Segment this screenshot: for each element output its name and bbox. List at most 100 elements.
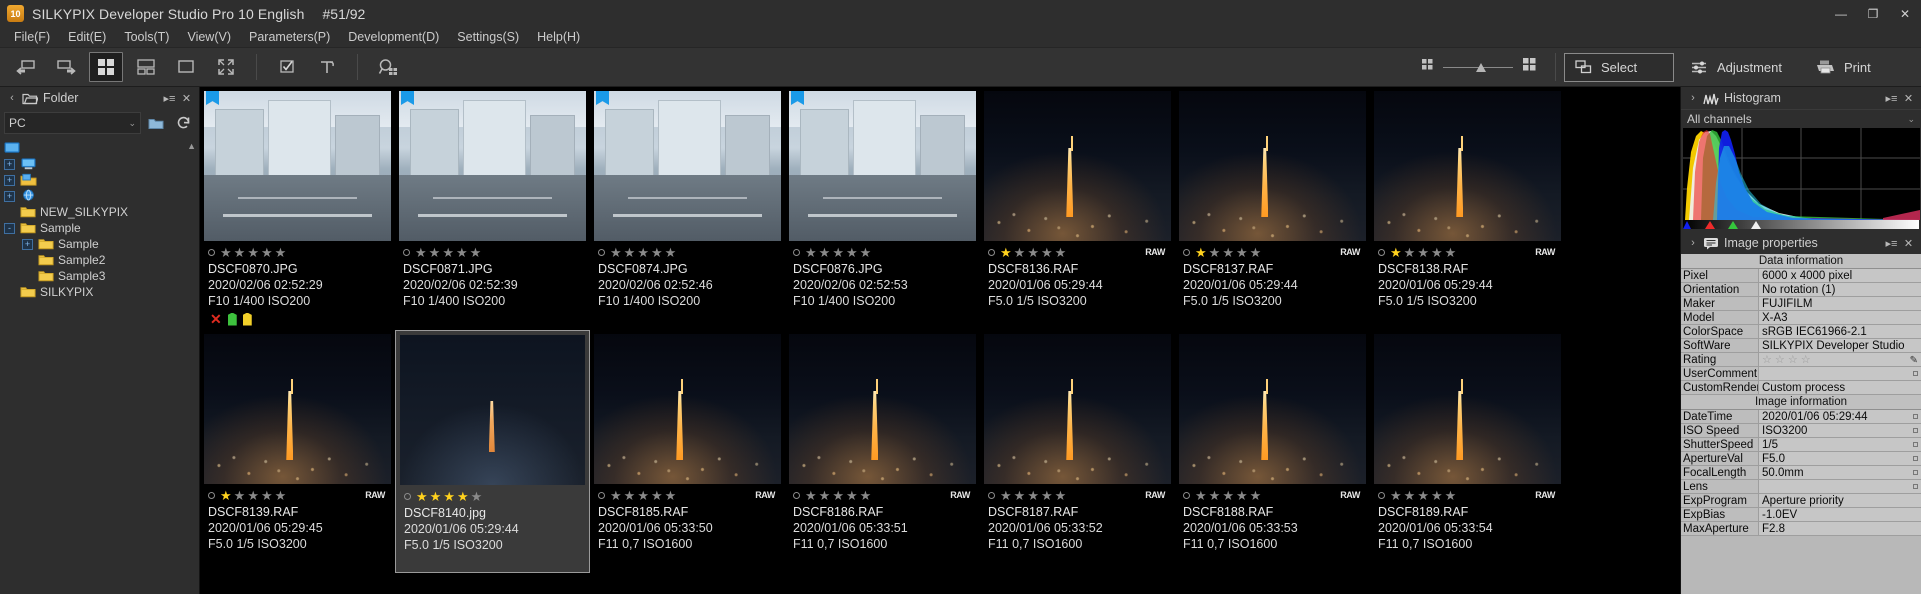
star-1[interactable]: ★ [220, 489, 232, 502]
star-5[interactable]: ★ [665, 489, 677, 502]
forward-icon[interactable] [49, 52, 83, 82]
expand-field-icon[interactable] [1913, 428, 1918, 433]
thumbnail-image[interactable] [789, 91, 976, 241]
rating-circle-icon[interactable] [1378, 248, 1385, 256]
thumbnail-cell[interactable]: ★ ★ ★ ★ ★ DSCF0874.JPG 2020/02/06 02:52:46 F10 … [590, 87, 785, 330]
expand-field-icon[interactable] [1913, 456, 1918, 461]
star-5[interactable]: ★ [1250, 246, 1262, 259]
star-2[interactable]: ★ [624, 489, 636, 502]
star-1[interactable]: ★ [1390, 489, 1402, 502]
star-3[interactable]: ★ [1027, 246, 1039, 259]
star-2[interactable]: ★ [1404, 489, 1416, 502]
property-row[interactable]: Rating ☆ ☆ ☆ ☆ ✎ [1681, 353, 1921, 367]
single-view-icon[interactable] [169, 52, 203, 82]
tree-node-network[interactable]: + [0, 188, 199, 204]
search-thumbnails-icon[interactable] [371, 52, 405, 82]
rating-circle-icon[interactable] [208, 248, 215, 256]
star-3[interactable]: ★ [1222, 246, 1234, 259]
rating-circle-icon[interactable] [793, 248, 800, 256]
star-1[interactable]: ★ [805, 246, 817, 259]
star-3[interactable]: ★ [832, 246, 844, 259]
property-row[interactable]: ShutterSpeed 1/5 [1681, 438, 1921, 452]
thumbnail-image[interactable] [400, 335, 585, 485]
star-5[interactable]: ★ [1055, 246, 1067, 259]
star-3[interactable]: ★ [247, 246, 259, 259]
star-4[interactable]: ★ [1236, 489, 1248, 502]
property-row[interactable]: CustomRender Custom process [1681, 381, 1921, 395]
expander-plus-icon[interactable]: + [4, 190, 15, 202]
rating-circle-icon[interactable] [1378, 491, 1385, 499]
star-3[interactable]: ★ [247, 489, 259, 502]
star-3[interactable]: ★ [1027, 489, 1039, 502]
property-row[interactable]: Model X-A3 [1681, 311, 1921, 325]
tree-node-sample[interactable]: - Sample [0, 220, 199, 236]
star-3[interactable]: ★ [637, 489, 649, 502]
property-row[interactable]: ApertureVal F5.0 [1681, 452, 1921, 466]
rating-row[interactable]: ★ ★ ★ ★ ★ RAW [1378, 488, 1559, 502]
star-3[interactable]: ★ [832, 489, 844, 502]
rating-circle-icon[interactable] [988, 491, 995, 499]
expander-plus-icon[interactable]: + [4, 174, 15, 186]
rating-row[interactable]: ★ ★ ★ ★ ★ [403, 245, 584, 259]
property-row[interactable]: FocalLength 50.0mm [1681, 466, 1921, 480]
star-3[interactable]: ★ [1417, 489, 1429, 502]
star-1[interactable]: ★ [610, 246, 622, 259]
mode-adjustment-button[interactable]: Adjustment [1680, 53, 1799, 82]
tree-node-sample-child[interactable]: + Sample [0, 236, 199, 252]
rating-row[interactable]: ★ ★ ★ ★ ★ RAW [208, 488, 389, 502]
thumbnail-image[interactable] [984, 334, 1171, 484]
property-row[interactable]: ColorSpace sRGB IEC61966-2.1 [1681, 325, 1921, 339]
thumbnail-browser[interactable]: ★ ★ ★ ★ ★ DSCF0870.JPG 2020/02/06 02:52:29 F10 … [200, 87, 1680, 594]
green-clip-marker[interactable] [1728, 221, 1738, 229]
expander-minus-icon[interactable]: - [4, 222, 15, 234]
thumbnail-cell[interactable]: ★ ★ ★ ★ ★ DSCF0870.JPG 2020/02/06 02:52:29 F10 … [200, 87, 395, 330]
star-4[interactable]: ★ [1236, 246, 1248, 259]
menu-tools[interactable]: Tools(T) [115, 28, 178, 46]
fullscreen-icon[interactable] [209, 52, 243, 82]
expand-field-icon[interactable] [1913, 414, 1918, 419]
panel-menu-icon[interactable]: ▸≡ [1883, 92, 1900, 105]
star-3[interactable]: ★ [1417, 246, 1429, 259]
maximize-button[interactable]: ❐ [1857, 0, 1889, 27]
menu-development[interactable]: Development(D) [339, 28, 448, 46]
star-4[interactable]: ★ [261, 246, 273, 259]
rating-circle-icon[interactable] [208, 491, 215, 499]
menu-view[interactable]: View(V) [178, 28, 240, 46]
property-row[interactable]: ExpProgram Aperture priority [1681, 494, 1921, 508]
rating-circle-icon[interactable] [793, 491, 800, 499]
thumbnail-image[interactable] [594, 91, 781, 241]
property-row[interactable]: UserComment [1681, 367, 1921, 381]
panel-close-icon[interactable]: ✕ [178, 92, 195, 105]
star-4[interactable]: ★ [1431, 246, 1443, 259]
star-4[interactable]: ★ [846, 489, 858, 502]
histogram-channel-select[interactable]: All channels ⌄ [1681, 109, 1921, 128]
panel-menu-icon[interactable]: ▸≡ [161, 92, 178, 105]
rating-circle-icon[interactable] [404, 492, 411, 500]
property-row[interactable]: Maker FUJIFILM [1681, 297, 1921, 311]
panel-close-icon[interactable]: ✕ [1900, 237, 1917, 250]
thumbnail-image[interactable] [984, 91, 1171, 241]
tools-hammer-icon[interactable] [310, 52, 344, 82]
expand-icon[interactable]: › [1685, 237, 1701, 249]
checkbox-select-icon[interactable] [270, 52, 304, 82]
star-2[interactable]: ★ [234, 489, 246, 502]
back-icon[interactable] [9, 52, 43, 82]
star-4[interactable]: ★ [1041, 246, 1053, 259]
expand-field-icon[interactable] [1913, 484, 1918, 489]
grid-view-icon[interactable] [89, 52, 123, 82]
thumbnail-image[interactable] [204, 91, 391, 241]
rating-row[interactable]: ★ ★ ★ ★ ★ RAW [988, 488, 1169, 502]
star-4[interactable]: ★ [457, 490, 469, 503]
property-row[interactable]: Orientation No rotation (1) [1681, 283, 1921, 297]
slider-track[interactable] [1442, 62, 1513, 72]
star-2[interactable]: ★ [1014, 246, 1026, 259]
thumbnail-cell[interactable]: ★ ★ ★ ★ ★ RAW DSCF8187.RAF 2020/01/06 05:33:52 F… [980, 330, 1175, 573]
reject-x-icon[interactable]: ✕ [210, 312, 222, 326]
thumbnail-image[interactable] [399, 91, 586, 241]
menu-file[interactable]: File(F) [5, 28, 59, 46]
rating-circle-icon[interactable] [988, 248, 995, 256]
rating-row[interactable]: ★ ★ ★ ★ ★ [598, 245, 779, 259]
star-4[interactable]: ★ [651, 489, 663, 502]
blue-clip-marker[interactable] [1683, 221, 1691, 229]
star-5[interactable]: ★ [665, 246, 677, 259]
